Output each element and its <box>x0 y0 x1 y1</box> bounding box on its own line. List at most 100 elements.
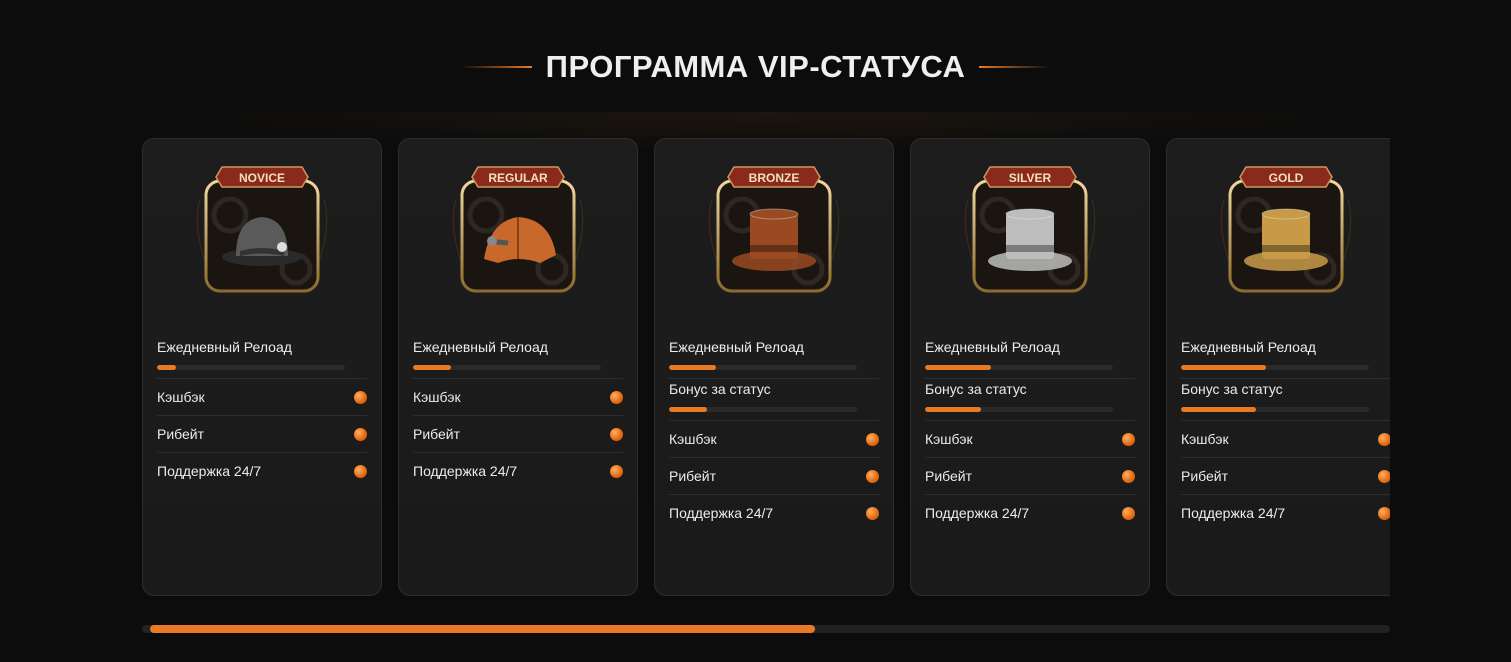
perk-progress-fill <box>1181 407 1257 412</box>
perk-included-dot-icon <box>1122 432 1135 446</box>
perk-label: Рибейт <box>925 468 973 484</box>
perk-row: Кэшбэк <box>925 421 1135 458</box>
carousel-scrollbar-thumb[interactable] <box>150 625 816 633</box>
perk-row: Рибейт <box>1181 458 1390 495</box>
perk-row: Ежедневный Релоад <box>1181 337 1390 379</box>
perk-included-dot-icon <box>866 506 879 520</box>
section-title: ПРОГРАММА VIP-СТАТУСА <box>545 49 966 84</box>
perk-progress-bar <box>413 365 601 370</box>
perk-label: Бонус за статус <box>925 381 1027 397</box>
perk-row: Рибейт <box>157 416 367 453</box>
perk-included-dot-icon <box>866 432 879 446</box>
badge-label: GOLD <box>1269 171 1304 185</box>
perk-included-dot-icon <box>610 427 623 441</box>
badge-label: REGULAR <box>488 171 548 185</box>
badge-label: NOVICE <box>239 171 285 185</box>
vip-carousel-track: NOVICE Ежедневный Релоад Кэшбэк Рибейт Подде… <box>142 138 1390 596</box>
perk-label: Бонус за статус <box>669 381 771 397</box>
level-badge: BRONZE <box>704 159 844 295</box>
perk-progress-bar <box>925 407 1113 412</box>
perk-included-dot-icon <box>1378 469 1390 483</box>
perk-row: Рибейт <box>925 458 1135 495</box>
vip-carousel[interactable]: NOVICE Ежедневный Релоад Кэшбэк Рибейт Подде… <box>142 138 1390 598</box>
perk-label: Кэшбэк <box>157 389 205 405</box>
carousel-scrollbar[interactable] <box>142 625 1390 633</box>
perk-label: Поддержка 24/7 <box>669 505 774 521</box>
perk-progress-bar <box>157 365 345 370</box>
perk-label: Рибейт <box>157 426 205 442</box>
perk-label: Рибейт <box>669 468 717 484</box>
perk-row: Кэшбэк <box>669 421 879 458</box>
vip-level-card-gold[interactable]: GOLD Ежедневный Релоад Бонус за статус Кэшб… <box>1166 138 1390 596</box>
perk-progress-bar <box>1181 407 1369 412</box>
perk-list: Ежедневный Релоад Бонус за статус Кэшбэк Ри… <box>669 337 879 531</box>
vip-level-card-bronze[interactable]: BRONZE Ежедневный Релоад Бонус за статус Кэ… <box>654 138 894 596</box>
perk-row: Поддержка 24/7 <box>413 453 623 489</box>
perk-label: Кэшбэк <box>925 431 973 447</box>
perk-included-dot-icon <box>1378 432 1390 446</box>
perk-progress-bar <box>669 365 857 370</box>
perk-included-dot-icon <box>610 390 623 404</box>
perk-included-dot-icon <box>354 427 367 441</box>
perk-list: Ежедневный Релоад Кэшбэк Рибейт Поддержка 2… <box>157 337 367 489</box>
perk-progress-fill <box>1181 365 1266 370</box>
perk-row: Поддержка 24/7 <box>925 495 1135 531</box>
perk-label: Бонус за статус <box>1181 381 1283 397</box>
vip-level-card-regular[interactable]: REGULAR Ежедневный Релоад Кэшбэк Рибейт Подд… <box>398 138 638 596</box>
level-badge: NOVICE <box>192 159 332 295</box>
level-badge: SILVER <box>960 159 1100 295</box>
vip-level-card-novice[interactable]: NOVICE Ежедневный Релоад Кэшбэк Рибейт Подде… <box>142 138 382 596</box>
perk-progress-bar <box>925 365 1113 370</box>
perk-progress-fill <box>925 407 982 412</box>
perk-label: Рибейт <box>1181 468 1229 484</box>
perk-row: Бонус за статус <box>925 379 1135 421</box>
perk-included-dot-icon <box>866 469 879 483</box>
badge-art: BRONZE <box>708 166 840 293</box>
perk-label: Кэшбэк <box>1181 431 1229 447</box>
badge-art: GOLD <box>1220 166 1352 293</box>
perk-label: Рибейт <box>413 426 461 442</box>
perk-label: Ежедневный Релоад <box>669 339 804 355</box>
badge-art: SILVER <box>964 166 1096 293</box>
perk-progress-bar <box>1181 365 1369 370</box>
perk-progress-fill <box>925 365 991 370</box>
level-badge: GOLD <box>1216 159 1356 295</box>
perk-row: Поддержка 24/7 <box>669 495 879 531</box>
perk-label: Ежедневный Релоад <box>413 339 548 355</box>
perk-list: Ежедневный Релоад Бонус за статус Кэшбэк Ри… <box>925 337 1135 531</box>
perk-label: Ежедневный Релоад <box>1181 339 1316 355</box>
perk-label: Поддержка 24/7 <box>925 505 1030 521</box>
perk-list: Ежедневный Релоад Кэшбэк Рибейт Поддержка 2… <box>413 337 623 489</box>
badge-art: REGULAR <box>452 166 584 293</box>
perk-row: Ежедневный Релоад <box>157 337 367 379</box>
perk-progress-fill <box>413 365 451 370</box>
perk-row: Бонус за статус <box>669 379 879 421</box>
perk-included-dot-icon <box>1122 469 1135 483</box>
title-decor-right <box>979 66 1052 68</box>
badge-label: BRONZE <box>749 171 800 185</box>
perk-included-dot-icon <box>1378 506 1390 520</box>
perk-list: Ежедневный Релоад Бонус за статус Кэшбэк Ри… <box>1181 337 1390 531</box>
badge-label: SILVER <box>1009 171 1052 185</box>
section-header: ПРОГРАММА VIP-СТАТУСА <box>0 44 1511 90</box>
perk-label: Кэшбэк <box>669 431 717 447</box>
perk-row: Кэшбэк <box>157 379 367 416</box>
perk-label: Ежедневный Релоад <box>157 339 292 355</box>
perk-row: Ежедневный Релоад <box>925 337 1135 379</box>
perk-row: Ежедневный Релоад <box>669 337 879 379</box>
perk-row: Бонус за статус <box>1181 379 1390 421</box>
perk-label: Поддержка 24/7 <box>1181 505 1286 521</box>
perk-row: Кэшбэк <box>1181 421 1390 458</box>
perk-progress-fill <box>157 365 176 370</box>
perk-label: Поддержка 24/7 <box>413 463 518 479</box>
perk-row: Кэшбэк <box>413 379 623 416</box>
perk-progress-bar <box>669 407 857 412</box>
badge-art: NOVICE <box>196 166 328 293</box>
vip-level-card-silver[interactable]: SILVER Ежедневный Релоад Бонус за статус Кэ… <box>910 138 1150 596</box>
perk-included-dot-icon <box>354 390 367 404</box>
level-badge: REGULAR <box>448 159 588 295</box>
perk-included-dot-icon <box>610 464 623 478</box>
perk-progress-fill <box>669 407 707 412</box>
perk-row: Рибейт <box>413 416 623 453</box>
perk-included-dot-icon <box>1122 506 1135 520</box>
